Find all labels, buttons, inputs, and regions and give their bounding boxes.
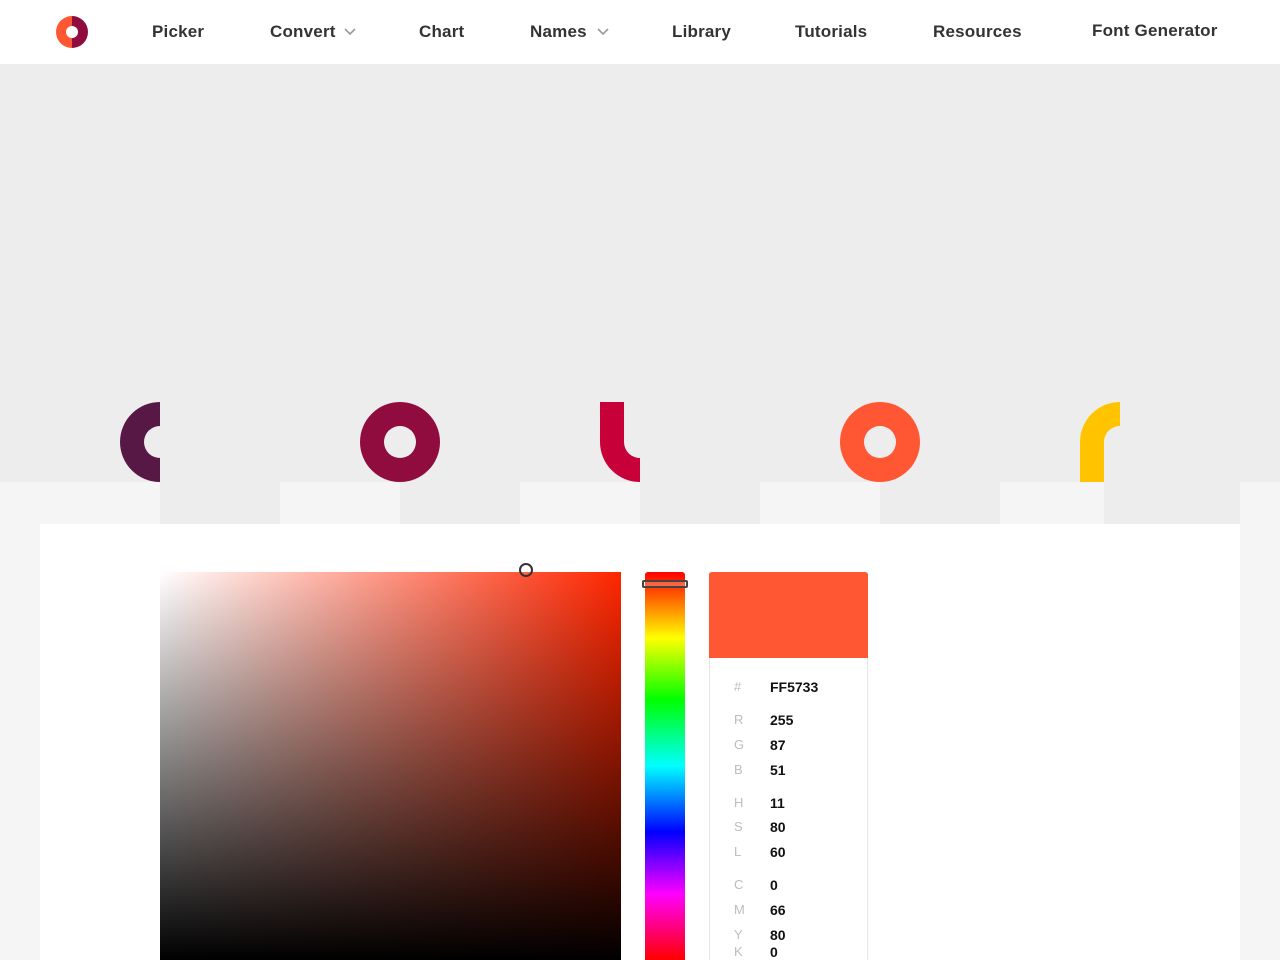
hero-band-block <box>280 482 400 524</box>
hero-band-block <box>520 482 640 524</box>
nav-convert[interactable]: Convert <box>270 22 356 42</box>
saturation-value-handle[interactable] <box>519 563 533 577</box>
m-label: M <box>734 902 745 917</box>
hook-shape <box>600 402 640 482</box>
g-value-input[interactable]: 87 <box>770 737 786 753</box>
chevron-down-icon <box>597 28 609 36</box>
r-value-input[interactable]: 255 <box>770 712 793 728</box>
nav-chart-label: Chart <box>419 22 465 41</box>
s-label: S <box>734 819 743 834</box>
hero-band-block <box>0 482 160 524</box>
half-ring-shape <box>120 402 160 482</box>
nav-picker[interactable]: Picker <box>152 22 204 42</box>
hero-band-block <box>1240 482 1280 524</box>
nav-tutorials-label: Tutorials <box>795 22 868 41</box>
k-label: K <box>734 944 743 959</box>
hex-label: # <box>734 679 742 694</box>
nav-resources-label: Resources <box>933 22 1022 41</box>
c-value-input[interactable]: 0 <box>770 877 778 893</box>
chevron-down-icon <box>344 28 356 36</box>
b-value-input[interactable]: 51 <box>770 762 786 778</box>
nav-convert-label: Convert <box>270 22 336 41</box>
nav-picker-label: Picker <box>152 22 205 41</box>
h-label: H <box>734 795 744 810</box>
hero-band-block <box>1000 482 1104 524</box>
b-label: B <box>734 762 743 777</box>
l-value-input[interactable]: 60 <box>770 844 786 860</box>
hue-slider-handle[interactable] <box>642 580 688 588</box>
nav-names[interactable]: Names <box>530 22 609 42</box>
hero-band-block <box>760 482 880 524</box>
arch-shape <box>1080 402 1120 482</box>
y-label: Y <box>734 927 743 942</box>
logo-icon[interactable] <box>56 16 88 48</box>
color-preview-swatch <box>709 572 868 658</box>
l-label: L <box>734 844 742 859</box>
nav-library[interactable]: Library <box>672 22 731 42</box>
s-value-input[interactable]: 80 <box>770 819 786 835</box>
nav-font-generator-label: Font Generator <box>1092 21 1218 40</box>
k-value-input[interactable]: 0 <box>770 944 778 960</box>
h-value-input[interactable]: 11 <box>770 795 785 811</box>
nav-library-label: Library <box>672 22 732 41</box>
ring-shape <box>840 402 920 482</box>
nav-chart[interactable]: Chart <box>419 22 464 42</box>
hex-value-input[interactable]: FF5733 <box>770 679 818 695</box>
saturation-value-area[interactable] <box>160 572 621 960</box>
nav-resources[interactable]: Resources <box>933 22 1022 42</box>
ring-shape <box>360 402 440 482</box>
r-label: R <box>734 712 744 727</box>
nav-names-label: Names <box>530 22 587 41</box>
c-label: C <box>734 877 744 892</box>
hue-slider[interactable] <box>645 572 685 960</box>
top-nav: Picker Convert Chart Names Library Tutor… <box>0 0 1280 64</box>
nav-font-generator[interactable]: Font Generator <box>1092 21 1218 41</box>
nav-tutorials[interactable]: Tutorials <box>795 22 867 42</box>
y-value-input[interactable]: 80 <box>770 927 786 943</box>
m-value-input[interactable]: 66 <box>770 902 786 918</box>
g-label: G <box>734 737 745 752</box>
